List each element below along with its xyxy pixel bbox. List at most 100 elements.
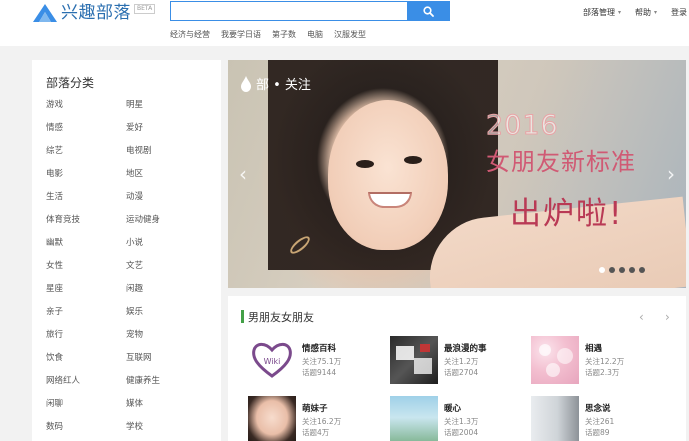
group-topic-count: 话题9144	[302, 368, 337, 377]
heart-logo-icon: Wiki	[252, 342, 292, 378]
category-item[interactable]: 小说	[126, 238, 206, 261]
hero-banner[interactable]: 部 • 关注 2016 女朋友新标准 出炉啦! ‹ ›	[228, 60, 686, 288]
section-next-button[interactable]: ›	[665, 310, 670, 324]
group-card[interactable]: 萌妹子 关注16.2万 话题4万	[248, 396, 388, 441]
chevron-right-icon: ›	[665, 310, 670, 324]
slide-dot[interactable]	[629, 267, 635, 273]
group-thumbnail	[390, 336, 438, 384]
hot-link[interactable]: 汉服发型	[334, 29, 366, 40]
category-item[interactable]: 动漫	[126, 192, 206, 215]
category-item[interactable]: 爱好	[126, 123, 206, 146]
hot-link[interactable]: 第子数	[272, 29, 296, 40]
banner-subheadline: 出炉啦!	[510, 196, 624, 232]
category-item[interactable]: 地区	[126, 169, 206, 192]
nav-tribe-manage[interactable]: 部落管理 ▾	[583, 7, 621, 18]
category-item[interactable]: 闲聊	[46, 399, 126, 422]
category-item[interactable]: 亲子	[46, 307, 126, 330]
hot-link[interactable]: 我要学日语	[221, 29, 261, 40]
chevron-left-icon: ‹	[239, 162, 247, 186]
category-item[interactable]: 运动健身	[126, 215, 206, 238]
banner-year: 2016	[486, 110, 559, 142]
banner-tag-text: 部 • 关注	[256, 78, 311, 93]
group-card[interactable]: 暖心 关注1.3万 话题2004	[390, 396, 530, 441]
category-item[interactable]: 文艺	[126, 261, 206, 284]
category-item[interactable]: 旅行	[46, 330, 126, 353]
top-header: 兴趣部落 BETA 经济与经营 我要学日语 第子数 电脑 汉服发型 部落管理 ▾…	[0, 0, 689, 46]
romance-text-icon	[396, 344, 432, 374]
banner-photo-eye	[356, 160, 374, 168]
logo-icon	[33, 4, 57, 22]
group-name: 情感百科	[302, 344, 337, 354]
nav-label: 部落管理	[582, 8, 615, 17]
slide-dot[interactable]	[619, 267, 625, 273]
category-item[interactable]: 情感	[46, 123, 126, 146]
category-item[interactable]: 明星	[126, 100, 206, 123]
banner-photo-eye	[404, 156, 422, 164]
slide-dot[interactable]	[609, 267, 615, 273]
group-topic-count: 话题89	[585, 428, 610, 437]
search-input[interactable]	[170, 1, 408, 21]
category-item[interactable]: 综艺	[46, 146, 126, 169]
group-stats: 关注16.2万 话题4万	[302, 416, 341, 438]
group-follow-count: 关注12.2万	[585, 357, 625, 366]
category-sidebar: 部落分类 游戏 明星 情感 爱好 综艺 电视剧 电影 地区 生活 动漫 体育竞技 运动健身 幽默 小说 女性…	[32, 60, 221, 441]
category-item[interactable]: 游戏	[46, 100, 126, 123]
top-nav: 部落管理 ▾ 帮助 ▾ 登录	[583, 7, 689, 18]
group-card[interactable]: 思念说 关注261 话题89	[531, 396, 671, 441]
nav-label: 帮助	[634, 8, 651, 17]
group-card[interactable]: 相遇 关注12.2万 话题2.3万	[531, 336, 671, 384]
group-topic-count: 话题2.3万	[585, 368, 620, 377]
category-item[interactable]: 电影	[46, 169, 126, 192]
category-item[interactable]: 互联网	[126, 353, 206, 376]
group-topic-count: 话题4万	[302, 428, 330, 437]
chevron-down-icon: ▾	[617, 9, 621, 16]
next-slide-button[interactable]: ›	[664, 160, 678, 188]
category-item[interactable]: 幽默	[46, 238, 126, 261]
category-item[interactable]: 媒体	[126, 399, 206, 422]
category-list: 游戏 明星 情感 爱好 综艺 电视剧 电影 地区 生活 动漫 体育竞技 运动健身 幽默 小说 女性 文艺 星座闲…	[46, 100, 216, 441]
prev-slide-button[interactable]: ‹	[236, 160, 250, 188]
slide-dot[interactable]	[599, 267, 605, 273]
hot-link[interactable]: 经济与经营	[170, 29, 210, 40]
group-thumbnail	[390, 396, 438, 441]
svg-text:Wiki: Wiki	[264, 357, 281, 366]
group-card[interactable]: 最浪漫的事 关注1.2万 话题2704	[390, 336, 530, 384]
banner-headline: 女朋友新标准	[486, 148, 636, 176]
category-item[interactable]: 饮食	[46, 353, 126, 376]
section-title: 男朋友女朋友	[248, 311, 314, 324]
section-prev-button[interactable]: ‹	[639, 310, 644, 324]
group-stats: 关注261 话题89	[585, 416, 614, 438]
slide-dot[interactable]	[639, 267, 645, 273]
category-item[interactable]: 宠物	[126, 330, 206, 353]
category-item[interactable]: 电视剧	[126, 146, 206, 169]
category-item[interactable]: 健康养生	[126, 376, 206, 399]
category-item[interactable]: 体育竞技	[46, 215, 126, 238]
group-stats: 关注1.3万 话题2004	[444, 416, 478, 438]
group-thumbnail	[531, 336, 579, 384]
logo-text: 兴趣部落	[61, 3, 131, 23]
beta-badge: BETA	[134, 4, 156, 14]
search-button[interactable]	[407, 1, 450, 21]
category-item[interactable]: 学校	[126, 422, 206, 441]
group-follow-count: 关注75.1万	[302, 357, 342, 366]
category-item[interactable]: 数码	[46, 422, 126, 441]
group-topic-count: 话题2004	[444, 428, 479, 437]
group-thumbnail: Wiki	[248, 336, 296, 384]
category-item[interactable]: 闲趣	[126, 284, 206, 307]
chevron-right-icon: ›	[667, 162, 675, 186]
group-follow-count: 关注16.2万	[302, 417, 342, 426]
group-card[interactable]: Wiki 情感百科 关注75.1万 话题9144	[248, 336, 388, 384]
hot-search-links: 经济与经营 我要学日语 第子数 电脑 汉服发型	[170, 29, 366, 40]
nav-help[interactable]: 帮助 ▾	[635, 7, 657, 18]
category-item[interactable]: 女性	[46, 261, 126, 284]
category-item[interactable]: 网络红人	[46, 376, 126, 399]
group-follow-count: 关注1.3万	[444, 417, 479, 426]
category-item[interactable]: 生活	[46, 192, 126, 215]
hot-link[interactable]: 电脑	[307, 29, 323, 40]
nav-login[interactable]: 登录	[671, 7, 687, 18]
site-logo[interactable]: 兴趣部落 BETA	[32, 2, 156, 24]
group-name: 暖心	[444, 404, 462, 414]
nav-label: 登录	[671, 8, 687, 17]
category-item[interactable]: 星座	[46, 284, 126, 307]
category-item[interactable]: 娱乐	[126, 307, 206, 330]
